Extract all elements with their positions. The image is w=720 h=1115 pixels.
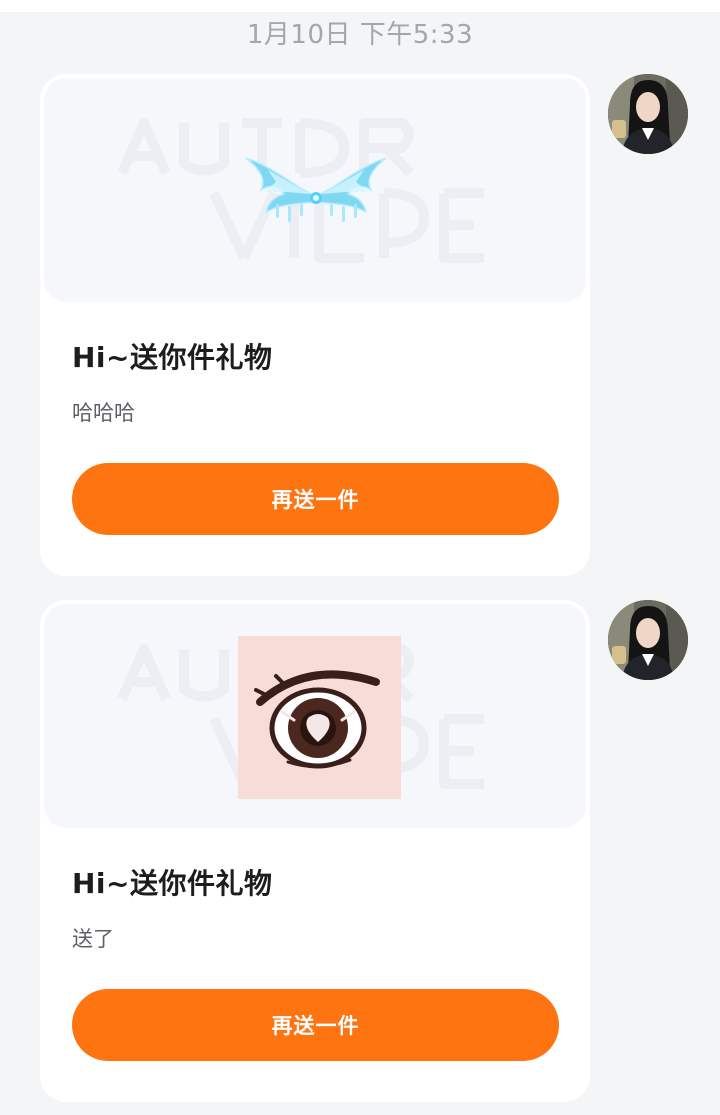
gift-image-area [44,604,586,828]
send-again-button[interactable]: 再送一件 [72,989,559,1061]
gift-message: 送了 [72,927,114,951]
wings-icon [245,157,387,222]
gift-card[interactable]: Hi~送你件礼物 哈哈哈 再送一件 [40,74,590,576]
avatar-photo [608,74,688,154]
gift-title: Hi~送你件礼物 [72,341,273,374]
gift-title: Hi~送你件礼物 [72,867,273,900]
avatar[interactable] [608,600,688,680]
gift-message: 哈哈哈 [72,401,135,425]
avatar-photo [608,600,688,680]
avatar[interactable] [608,74,688,154]
gift-card[interactable]: Hi~送你件礼物 送了 再送一件 [40,600,590,1102]
status-strip [0,0,720,12]
message-timestamp: 1月10日 下午5:33 [246,20,474,50]
eye-icon [238,636,401,799]
send-again-button[interactable]: 再送一件 [72,463,559,535]
gift-image-area [44,78,586,302]
